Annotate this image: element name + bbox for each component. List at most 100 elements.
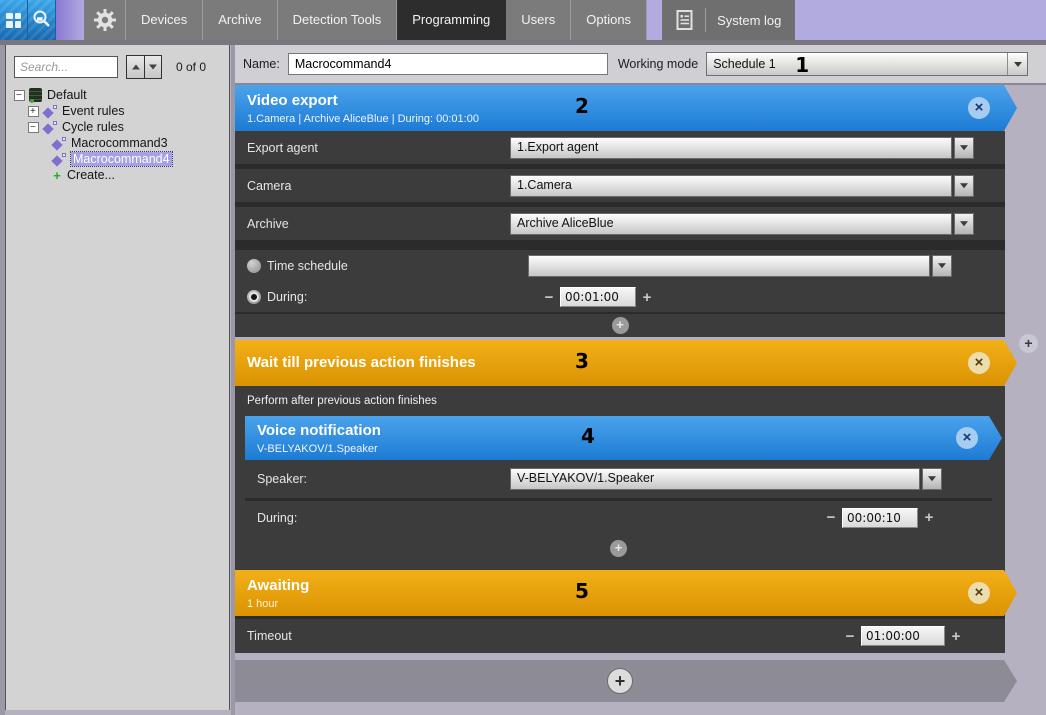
video-export-body: Export agent 1.Export agent Camera 1.Cam…	[235, 131, 1005, 337]
chevron-down-icon[interactable]	[1007, 53, 1027, 75]
camera-search-button[interactable]	[28, 0, 56, 40]
during-stepper: − +	[542, 287, 654, 307]
search-nav-buttons	[126, 55, 162, 79]
add-action-row: +	[235, 314, 1005, 337]
working-mode-dropdown[interactable]: Schedule 1 1	[706, 52, 1028, 76]
tab-archive[interactable]: Archive	[203, 0, 277, 40]
tree-item-event-rules[interactable]: Event rules	[14, 103, 229, 119]
close-icon[interactable]: ×	[956, 427, 978, 449]
rule-icon	[43, 121, 58, 134]
toolbar-gap	[647, 0, 662, 40]
tab-users[interactable]: Users	[506, 0, 571, 40]
tab-devices[interactable]: Devices	[126, 0, 203, 40]
awaiting-header[interactable]: Awaiting 1 hour 5 ×	[235, 570, 1017, 616]
time-schedule-dropdown[interactable]	[528, 255, 952, 277]
chevron-down-icon[interactable]	[954, 175, 974, 197]
search-input[interactable]	[14, 56, 118, 78]
add-action-bottom-bar: +	[235, 660, 1017, 702]
chevron-down-icon[interactable]	[954, 137, 974, 159]
callout-4: 4	[581, 424, 595, 448]
expand-expander-icon[interactable]	[28, 106, 39, 117]
section-subtitle: 1 hour	[247, 598, 1017, 610]
voice-during-row: During: − +	[245, 498, 992, 534]
tree-item-cycle-rules[interactable]: Cycle rules	[14, 119, 229, 135]
add-action-button[interactable]: +	[612, 317, 629, 334]
export-agent-label: Export agent	[247, 141, 510, 155]
callout-3: 3	[575, 349, 589, 373]
macro-name-input[interactable]	[288, 53, 608, 75]
gear-icon	[93, 8, 117, 32]
section-title: Awaiting	[247, 577, 1017, 594]
create-plus-icon: +	[52, 168, 62, 183]
archive-row: Archive Archive AliceBlue	[235, 207, 1005, 240]
tree-item-create[interactable]: + Create...	[14, 167, 229, 183]
tree-item-default[interactable]: Default	[14, 87, 229, 103]
close-icon[interactable]: ×	[968, 352, 990, 374]
tree-item-label: Event rules	[62, 104, 125, 118]
camera-row: Camera 1.Camera	[235, 169, 1005, 202]
tab-options[interactable]: Options	[571, 0, 647, 40]
close-icon[interactable]: ×	[968, 582, 990, 604]
minus-icon[interactable]: −	[843, 628, 857, 645]
chevron-down-icon[interactable]	[932, 255, 952, 277]
collapse-expander-icon[interactable]	[28, 122, 39, 133]
tree-item-macrocommand3[interactable]: Macrocommand3	[14, 135, 229, 151]
archive-dropdown[interactable]: Archive AliceBlue	[510, 213, 974, 235]
macro-tree: Default Event rules Cycle rules Macrocom…	[14, 87, 229, 183]
voice-during-input[interactable]	[842, 508, 918, 528]
search-prev-button[interactable]	[127, 56, 144, 78]
section-subtitle: 1.Camera | Archive AliceBlue | During: 0…	[247, 113, 1017, 125]
main-tabs: Devices Archive Detection Tools Programm…	[84, 0, 647, 40]
speaker-row: Speaker: V-BELYAKOV/1.Speaker	[245, 460, 992, 498]
close-icon[interactable]: ×	[968, 97, 990, 119]
settings-gear-button[interactable]	[84, 0, 126, 40]
tab-programming[interactable]: Programming	[397, 0, 506, 40]
section-title: Video export	[247, 92, 1017, 109]
timeout-label: Timeout	[247, 629, 500, 643]
timeout-row: Timeout − +	[235, 619, 1005, 653]
timeout-input[interactable]	[861, 626, 945, 646]
during-radio[interactable]	[247, 290, 261, 304]
tree-item-label: Create...	[67, 168, 115, 182]
layouts-button[interactable]	[0, 0, 28, 40]
camera-dropdown[interactable]: 1.Camera	[510, 175, 974, 197]
chevron-down-icon[interactable]	[922, 468, 942, 490]
plus-icon[interactable]: +	[949, 628, 963, 645]
accent-strip	[56, 0, 84, 40]
tab-detection-tools[interactable]: Detection Tools	[278, 0, 398, 40]
plus-icon[interactable]: +	[922, 509, 936, 526]
during-time-input[interactable]	[560, 287, 636, 307]
macro-name-row: Name: Working mode Schedule 1 1	[235, 45, 1046, 85]
voice-notification-header[interactable]: Voice notification V-BELYAKOV/1.Speaker …	[245, 416, 1002, 460]
chevron-down-icon[interactable]	[954, 213, 974, 235]
callout-2: 2	[575, 94, 589, 118]
macro-icon	[52, 153, 67, 166]
rules-tree-sidebar: 0 of 0 Default Event rules Cycle rules M…	[5, 45, 230, 710]
tree-item-label-selected: Macrocommand4	[71, 152, 172, 166]
minus-icon[interactable]: −	[542, 289, 556, 306]
search-next-button[interactable]	[144, 56, 161, 78]
wait-section-header[interactable]: Wait till previous action finishes 3 ×	[235, 340, 1017, 386]
time-schedule-radio[interactable]	[247, 259, 261, 273]
video-export-header[interactable]: Video export 1.Camera | Archive AliceBlu…	[235, 85, 1017, 131]
awaiting-section: Awaiting 1 hour 5 × Timeout − +	[235, 570, 1005, 653]
add-section-side-button[interactable]: +	[1019, 334, 1038, 353]
add-action-button[interactable]: +	[610, 540, 627, 557]
wait-section-body: Perform after previous action finishes V…	[235, 386, 1005, 570]
name-label: Name:	[243, 57, 280, 71]
minus-icon[interactable]: −	[824, 509, 838, 526]
collapse-expander-icon[interactable]	[14, 90, 25, 101]
speaker-dropdown[interactable]: V-BELYAKOV/1.Speaker	[510, 468, 942, 490]
tree-item-macrocommand4[interactable]: Macrocommand4	[14, 151, 229, 167]
export-agent-dropdown[interactable]: 1.Export agent	[510, 137, 974, 159]
time-schedule-value	[528, 255, 930, 277]
add-action-button[interactable]: +	[607, 668, 633, 694]
tree-item-label: Cycle rules	[62, 120, 124, 134]
add-nested-action-row: +	[245, 537, 992, 559]
time-schedule-row: Time schedule	[235, 250, 1005, 282]
macro-editor-panel: Name: Working mode Schedule 1 1 Video ex…	[235, 45, 1046, 715]
system-log-button[interactable]: System log	[662, 0, 795, 40]
plus-icon[interactable]: +	[640, 289, 654, 306]
tree-search-row: 0 of 0	[14, 55, 223, 79]
during-row: During: − +	[235, 282, 1005, 312]
